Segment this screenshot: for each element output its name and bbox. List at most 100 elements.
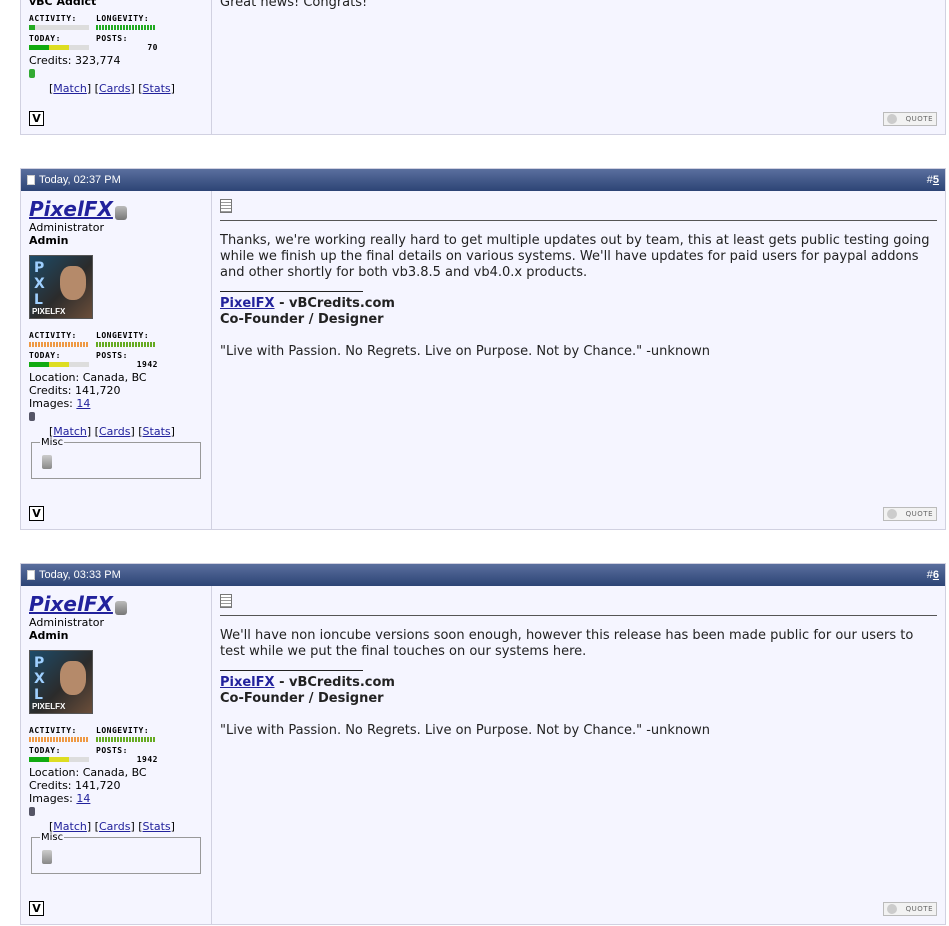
posts-label: POSTS: — [96, 34, 128, 43]
today-bar — [29, 362, 89, 367]
user-badge-icon — [114, 600, 127, 615]
post-icon — [27, 570, 35, 580]
longevity-bar — [96, 25, 156, 30]
post-number-link[interactable]: 6 — [933, 569, 939, 581]
divider — [220, 220, 937, 221]
user-meters: ACTIVITY: LONGEVITY: TODAY: POSTS: 1942 — [29, 726, 203, 766]
avatar-label: PIXELFX — [32, 702, 66, 711]
message-text: Great news! Congrats! — [220, 0, 368, 10]
quote-label: QUOTE — [905, 115, 933, 123]
match-link[interactable]: Match — [53, 82, 87, 95]
message-text: We'll have non ioncube versions soon eno… — [220, 628, 914, 659]
award-icon[interactable] — [42, 455, 52, 469]
post-date: Today, 02:37 PM — [39, 174, 121, 186]
userinfo: PixelFX Administrator Admin P X L PIXELF… — [21, 586, 212, 924]
post-5: Today, 02:37 PM #5 PixelFX Administrator… — [20, 168, 946, 530]
signature-site: - vBCredits.com — [274, 296, 395, 311]
user-meters: ACTIVITY: LONGEVITY: TODAY: POSTS: 70 — [29, 14, 203, 54]
location: Location: Canada, BC — [29, 371, 147, 384]
stats-link[interactable]: Stats — [143, 425, 171, 438]
quote-button[interactable]: QUOTE — [883, 507, 937, 521]
message-icon — [220, 594, 232, 608]
post-icon — [27, 175, 35, 185]
signature: PixelFX - vBCredits.com Co-Founder / Des… — [220, 296, 937, 360]
cards-link[interactable]: Cards — [99, 82, 130, 95]
message: Thanks, we're working really hard to get… — [212, 191, 945, 529]
posts-value: 1942 — [136, 755, 158, 764]
user-rank: Admin — [29, 629, 69, 642]
signature-separator — [220, 670, 363, 671]
quote-icon — [887, 904, 897, 914]
posts-value: 70 — [147, 43, 158, 52]
today-label: TODAY: — [29, 351, 61, 360]
message: We'll have non ioncube versions soon eno… — [212, 586, 945, 924]
quote-icon — [887, 509, 897, 519]
activity-label: ACTIVITY: — [29, 331, 77, 340]
images: Images: 14 — [29, 397, 203, 410]
signature-link[interactable]: PixelFX — [220, 675, 275, 690]
vb-reputation-icon[interactable]: V — [29, 111, 44, 126]
posts-value: 1942 — [136, 360, 158, 369]
signature-site: - vBCredits.com — [274, 675, 395, 690]
activity-bar — [29, 737, 89, 742]
avatar-letters: P X L — [34, 260, 45, 308]
post-top: vBC Addict ACTIVITY: LONGEVITY: TODAY: P… — [20, 0, 946, 135]
stats-link[interactable]: Stats — [143, 82, 171, 95]
posts-label: POSTS: — [96, 351, 128, 360]
user-meters: ACTIVITY: LONGEVITY: TODAY: POSTS: 1942 — [29, 331, 203, 371]
images-link[interactable]: 14 — [76, 792, 90, 805]
avatar-face — [60, 661, 86, 695]
offline-status-icon — [29, 807, 35, 816]
today-label: TODAY: — [29, 34, 61, 43]
quote-label: QUOTE — [905, 905, 933, 913]
activity-bar — [29, 342, 89, 347]
signature-quote: "Live with Passion. No Regrets. Live on … — [220, 723, 711, 738]
user-title: Administrator — [29, 221, 104, 234]
user-links: [Match] [Cards] [Stats] — [49, 820, 175, 833]
quote-icon — [887, 114, 897, 124]
user-rank: Admin — [29, 234, 69, 247]
signature-link[interactable]: PixelFX — [220, 296, 275, 311]
divider — [220, 615, 937, 616]
message-icon — [220, 199, 232, 213]
vb-reputation-icon[interactable]: V — [29, 901, 44, 916]
longevity-label: LONGEVITY: — [96, 726, 150, 735]
message: Great news! Congrats! QUOTE — [212, 0, 945, 134]
userinfo: PixelFX Administrator Admin P X L PIXELF… — [21, 191, 212, 529]
images-label: Images: — [29, 792, 73, 805]
quote-button[interactable]: QUOTE — [883, 112, 937, 126]
longevity-bar — [96, 737, 156, 742]
vb-reputation-icon[interactable]: V — [29, 506, 44, 521]
award-icon[interactable] — [42, 850, 52, 864]
offline-status-icon — [29, 412, 35, 421]
images-label: Images: — [29, 397, 73, 410]
username-link[interactable]: PixelFX — [29, 592, 113, 616]
stats-link[interactable]: Stats — [143, 820, 171, 833]
username-link[interactable]: PixelFX — [29, 197, 113, 221]
activity-label: ACTIVITY: — [29, 726, 77, 735]
message-text: Thanks, we're working really hard to get… — [220, 233, 930, 280]
longevity-bar — [96, 342, 156, 347]
user-links: [Match] [Cards] [Stats] — [49, 425, 175, 438]
credits: Credits: 323,774 — [29, 54, 121, 67]
cards-link[interactable]: Cards — [99, 820, 130, 833]
post-header: Today, 03:33 PM #6 — [21, 564, 945, 586]
quote-button[interactable]: QUOTE — [883, 902, 937, 916]
post-number-link[interactable]: 5 — [933, 174, 939, 186]
images: Images: 14 — [29, 792, 203, 805]
avatar[interactable]: P X L PIXELFX — [29, 650, 93, 714]
user-badge-icon — [114, 205, 127, 220]
post-6: Today, 03:33 PM #6 PixelFX Administrator… — [20, 563, 946, 925]
images-link[interactable]: 14 — [76, 397, 90, 410]
avatar[interactable]: P X L PIXELFX — [29, 255, 93, 319]
userinfo: vBC Addict ACTIVITY: LONGEVITY: TODAY: P… — [21, 0, 212, 134]
cards-link[interactable]: Cards — [99, 425, 130, 438]
signature-separator — [220, 291, 363, 292]
signature: PixelFX - vBCredits.com Co-Founder / Des… — [220, 675, 937, 739]
user-links: [Match] [Cards] [Stats] — [49, 82, 175, 95]
user-title: Administrator — [29, 616, 104, 629]
post-header: Today, 02:37 PM #5 — [21, 169, 945, 191]
signature-role: Co-Founder / Designer — [220, 691, 384, 706]
misc-box: Misc — [31, 437, 201, 479]
avatar-letters: P X L — [34, 655, 45, 703]
